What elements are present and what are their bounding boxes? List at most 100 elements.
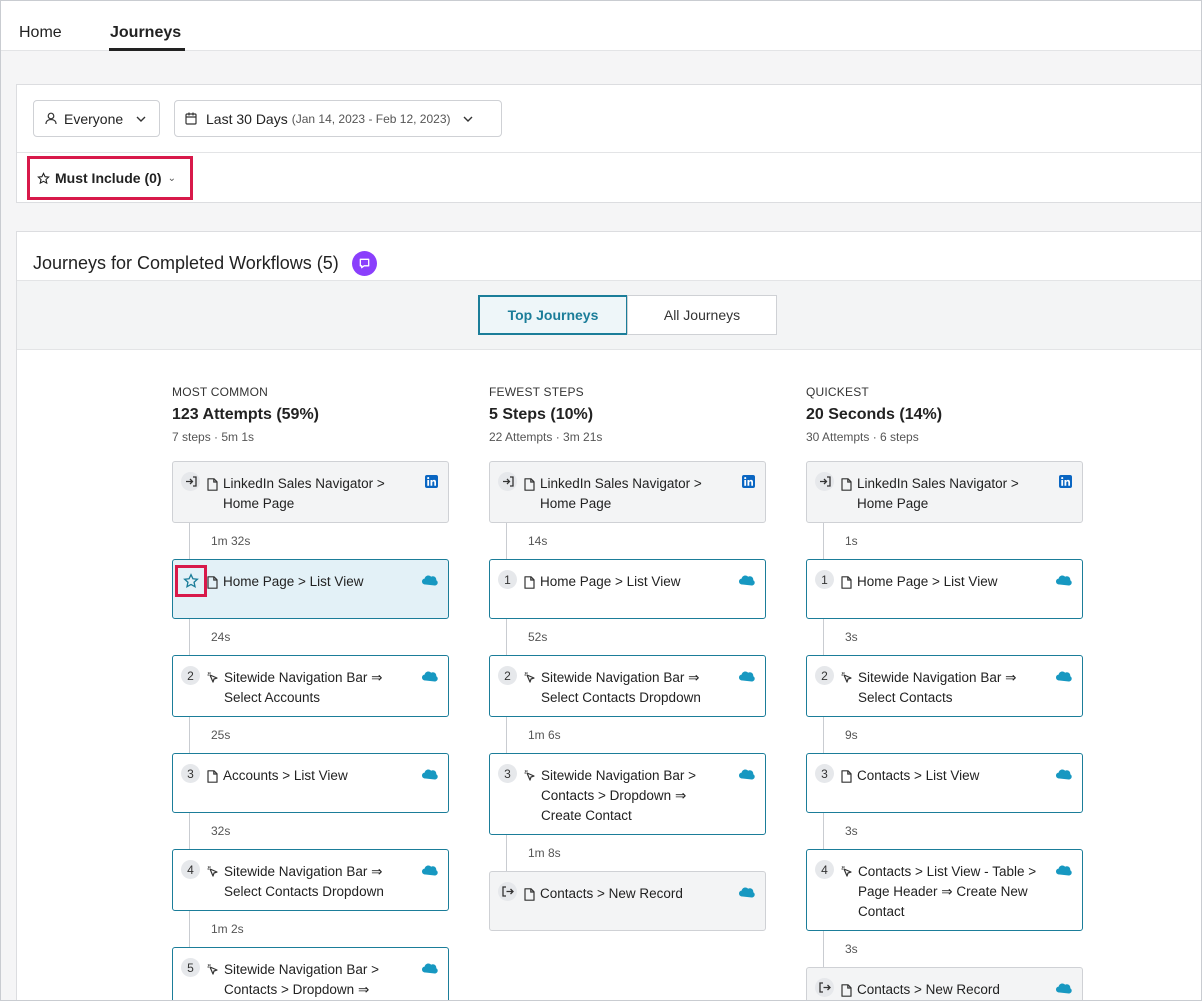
- page-icon: [207, 770, 218, 783]
- step-label-line: Sitewide Navigation Bar ⇒: [858, 670, 1017, 685]
- tab-journeys[interactable]: Journeys: [110, 24, 181, 42]
- comment-icon[interactable]: [351, 251, 377, 276]
- cursor-click-icon: [207, 672, 218, 683]
- step-label: Accounts > List View: [207, 766, 420, 786]
- step-label-line: Select Accounts: [224, 690, 321, 705]
- salesforce-brand: [421, 766, 438, 786]
- salesforce-cloud-icon: [1056, 575, 1072, 586]
- salesforce-brand: [421, 960, 438, 980]
- page-icon: [524, 888, 535, 901]
- top-nav: Home Journeys: [1, 1, 1201, 51]
- journey-step-card[interactable]: 3 Sitewide Navigation Bar > Contacts > Dro…: [489, 753, 766, 835]
- salesforce-cloud-icon: [1056, 671, 1072, 682]
- step-number: 2: [815, 666, 834, 685]
- step-number: 5: [181, 958, 200, 977]
- journey-step-card[interactable]: Contacts > New Record: [806, 967, 1083, 1000]
- top-journeys-toggle[interactable]: Top Journeys: [478, 295, 628, 335]
- step-label-line: Contacts > Dropdown ⇒: [224, 982, 370, 997]
- step-label-line: Contacts > New Record: [540, 886, 683, 901]
- journey-step-card[interactable]: Home Page > List View: [172, 559, 449, 619]
- journey-step-card[interactable]: 2 Sitewide Navigation Bar ⇒ Select Contact…: [489, 655, 766, 717]
- journey-step-card[interactable]: LinkedIn Sales Navigator > Home Page: [172, 461, 449, 523]
- salesforce-brand: [1055, 668, 1072, 688]
- step-number: 2: [498, 666, 517, 685]
- entry-icon: [502, 476, 514, 487]
- step-label-line: Contacts > List View - Table >: [858, 864, 1037, 879]
- journey-step-card[interactable]: 4 Sitewide Navigation Bar ⇒ Select Contact…: [172, 849, 449, 911]
- step-label-line: Home Page: [223, 496, 295, 511]
- step-number: 3: [181, 764, 200, 783]
- step-label: Sitewide Navigation Bar ⇒ Select Accounts: [207, 668, 420, 708]
- page-icon: [841, 576, 852, 589]
- salesforce-brand: [1055, 862, 1072, 882]
- step-label-line: Select Contacts: [858, 690, 953, 705]
- all-journeys-toggle[interactable]: All Journeys: [627, 295, 777, 335]
- step-number: 2: [181, 666, 200, 685]
- cursor-click-icon: [524, 770, 535, 781]
- must-include-dropdown[interactable]: Must Include (0) ⌄: [27, 156, 193, 200]
- date-range-dropdown[interactable]: Last 30 Days (Jan 14, 2023 - Feb 12, 202…: [174, 100, 502, 137]
- step-label: Contacts > List View: [841, 766, 1054, 786]
- linkedin-brand: [425, 474, 438, 494]
- journey-step-card[interactable]: LinkedIn Sales Navigator > Home Page: [806, 461, 1083, 523]
- journey-step-card[interactable]: 5 Sitewide Navigation Bar > Contacts > Dro…: [172, 947, 449, 1000]
- step-duration: 3s: [845, 824, 858, 838]
- journey-step-card[interactable]: 1 Home Page > List View: [806, 559, 1083, 619]
- page-icon: [207, 576, 218, 589]
- journey-step-card[interactable]: Contacts > New Record: [489, 871, 766, 931]
- entry-icon: [819, 476, 831, 487]
- journey-step-card[interactable]: 2 Sitewide Navigation Bar ⇒ Select Account…: [172, 655, 449, 717]
- step-duration: 1m 32s: [211, 534, 251, 548]
- step-duration: 1m 8s: [528, 846, 561, 860]
- step-label-line: Home Page > List View: [857, 574, 998, 589]
- step-label-line: Sitewide Navigation Bar ⇒: [541, 670, 700, 685]
- page-icon: [207, 478, 218, 491]
- journey-step-card[interactable]: 4 Contacts > List View - Table > Page Head…: [806, 849, 1083, 931]
- page-icon: [841, 770, 852, 783]
- journey-step-card[interactable]: 2 Sitewide Navigation Bar ⇒ Select Contact…: [806, 655, 1083, 717]
- step-duration: 3s: [845, 630, 858, 644]
- journey-step-card[interactable]: 3 Accounts > List View: [172, 753, 449, 813]
- salesforce-cloud-icon: [422, 769, 438, 780]
- step-label-line: Select Contacts Dropdown: [541, 690, 701, 705]
- journey-step-card[interactable]: LinkedIn Sales Navigator > Home Page: [489, 461, 766, 523]
- step-label-line: Home Page > List View: [540, 574, 681, 589]
- linkedin-brand: [742, 474, 755, 494]
- journey-column: FEWEST STEPS 5 Steps (10%) 22 Attempts · 3…: [489, 385, 766, 931]
- linkedin-brand: [1059, 474, 1072, 494]
- tab-home[interactable]: Home: [19, 24, 62, 42]
- salesforce-cloud-icon: [1056, 983, 1072, 994]
- salesforce-brand: [421, 572, 438, 592]
- salesforce-brand: [421, 862, 438, 882]
- step-duration: 14s: [528, 534, 548, 548]
- step-label-line: Accounts > List View: [223, 768, 348, 783]
- salesforce-cloud-icon: [739, 671, 755, 682]
- step-number: 1: [498, 570, 517, 589]
- column-headline: 5 Steps (10%): [489, 406, 594, 423]
- step-label-line: Contacts > Dropdown ⇒: [541, 788, 687, 803]
- must-include-star-button[interactable]: [175, 565, 207, 597]
- cursor-click-icon: [207, 866, 218, 877]
- salesforce-cloud-icon: [739, 769, 755, 780]
- chevron-down-icon: [463, 116, 472, 122]
- step-label-line: Contacts > New Record: [857, 982, 1000, 997]
- app-frame: Home Journeys Everyone Last 30 Days (Jan…: [0, 0, 1202, 1001]
- salesforce-cloud-icon: [739, 887, 755, 898]
- audience-dropdown[interactable]: Everyone: [33, 100, 160, 137]
- step-label-line: Contact: [858, 904, 905, 919]
- step-label: Home Page > List View: [524, 572, 737, 592]
- star-icon[interactable]: [183, 573, 199, 589]
- journeys-panel: Journeys for Completed Workflows (5) Top…: [16, 231, 1201, 1000]
- salesforce-brand: [421, 668, 438, 688]
- journey-step-card[interactable]: 1 Home Page > List View: [489, 559, 766, 619]
- journey-step-card[interactable]: 3 Contacts > List View: [806, 753, 1083, 813]
- step-label-line: LinkedIn Sales Navigator >: [540, 476, 702, 491]
- step-duration: 52s: [528, 630, 548, 644]
- filter-panel: Everyone Last 30 Days (Jan 14, 2023 - Fe…: [16, 84, 1201, 203]
- step-duration: 9s: [845, 728, 858, 742]
- cursor-click-icon: [524, 672, 535, 683]
- step-label-line: Sitewide Navigation Bar >: [541, 768, 696, 783]
- step-duration: 24s: [211, 630, 231, 644]
- step-duration: 1m 6s: [528, 728, 561, 742]
- step-label: LinkedIn Sales Navigator > Home Page: [207, 474, 420, 514]
